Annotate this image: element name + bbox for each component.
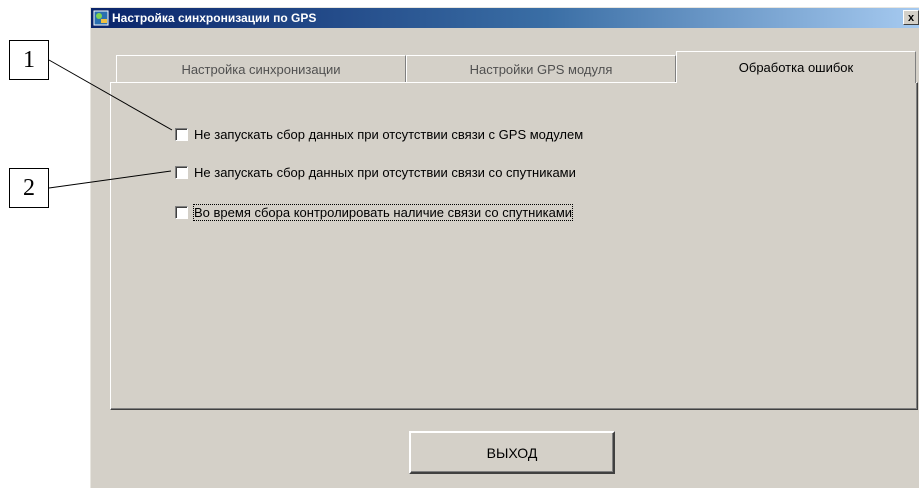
checkbox-satellites[interactable] [175, 165, 188, 179]
checkbox-monitor-satellites[interactable] [175, 205, 188, 219]
close-button[interactable]: x [903, 10, 919, 25]
close-icon: x [907, 11, 915, 24]
option-row-2[interactable]: Не запускать сбор данных при отсутствии … [175, 164, 576, 180]
option-row-3[interactable]: Во время сбора контролировать наличие св… [175, 203, 574, 221]
tab-sync-settings[interactable]: Настройка синхронизации [116, 55, 406, 82]
option-label-3: Во время сбора контролировать наличие св… [192, 203, 574, 221]
gps-app-icon [93, 10, 109, 26]
option-label-2: Не запускать сбор данных при отсутствии … [194, 164, 576, 180]
title-bar: Настройка синхронизации по GPS x [91, 8, 919, 28]
exit-button[interactable]: ВЫХОД [409, 431, 615, 474]
checkbox-gps-module[interactable] [175, 127, 188, 141]
tab-gps-module-settings[interactable]: Настройки GPS модуля [406, 55, 676, 82]
dialog-window: Настройка синхронизации по GPS x Настрой… [90, 7, 919, 488]
tab-error-handling[interactable]: Обработка ошибок [676, 51, 916, 83]
option-row-1[interactable]: Не запускать сбор данных при отсутствии … [175, 126, 583, 142]
callout-label-2: 2 [9, 168, 49, 208]
window-title: Настройка синхронизации по GPS [112, 11, 317, 25]
callout-label-1: 1 [9, 40, 49, 80]
option-label-1: Не запускать сбор данных при отсутствии … [194, 126, 584, 142]
